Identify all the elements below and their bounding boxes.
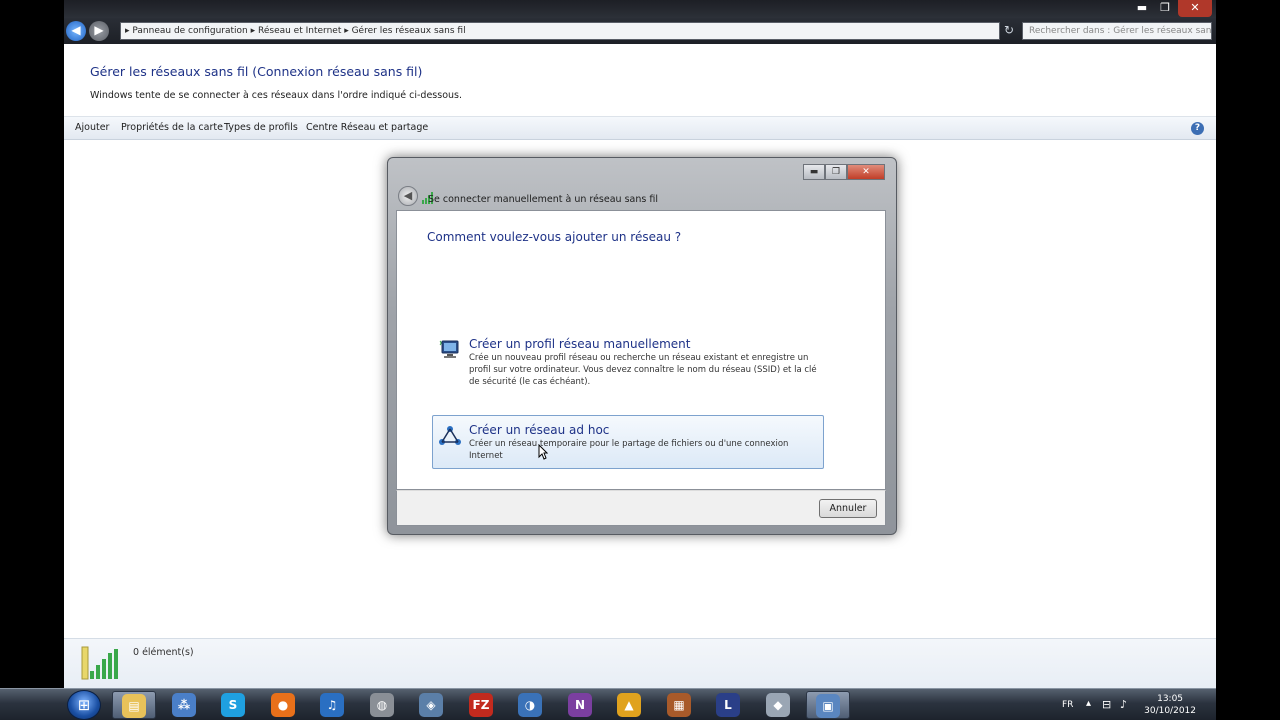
taskbar-app-15-button[interactable]: ▣: [806, 691, 850, 719]
taskbar-app-9-button[interactable]: ◑: [508, 691, 552, 719]
taskbar-skype-button[interactable]: S: [211, 691, 255, 719]
create-adhoc-network-option[interactable]: Créer un réseau ad hoc Créer un réseau t…: [432, 415, 824, 469]
app-15-icon: ▣: [816, 694, 840, 718]
refresh-icon[interactable]: ↻: [1004, 23, 1014, 37]
adapter-properties-command[interactable]: Propriétés de la carte: [121, 122, 223, 133]
taskbar-itunes-button[interactable]: ♫: [310, 691, 354, 719]
start-button[interactable]: ⊞: [67, 690, 101, 720]
maximize-button[interactable]: ❐: [1154, 0, 1176, 17]
monitor-network-icon: [439, 340, 459, 358]
app-10-icon: N: [568, 693, 592, 717]
search-placeholder: Rechercher dans : Gérer les réseaux sans…: [1029, 26, 1212, 36]
app-13-icon: L: [716, 693, 740, 717]
profile-types-command[interactable]: Types de profils: [224, 122, 298, 133]
app-9-icon: ◑: [518, 693, 542, 717]
option-description: Créer un réseau temporaire pour le parta…: [469, 439, 789, 461]
app-12-icon: ▦: [667, 693, 691, 717]
network-icon: ⁂: [172, 693, 196, 717]
clock-date: 30/10/2012: [1144, 706, 1196, 716]
forward-button[interactable]: ▶: [89, 21, 109, 41]
app-6-icon: ◍: [370, 693, 394, 717]
dialog-back-button[interactable]: ◀: [398, 186, 418, 206]
taskbar-app-13-button[interactable]: L: [706, 691, 750, 719]
explorer-icon: ▤: [122, 694, 146, 718]
option-title: Créer un profil réseau manuellement: [469, 337, 691, 351]
dialog-caption: Se connecter manuellement à un réseau sa…: [428, 194, 658, 205]
create-manual-profile-option[interactable]: Créer un profil réseau manuellement Crée…: [432, 329, 824, 395]
taskbar-app-12-button[interactable]: ▦: [657, 691, 701, 719]
dialog-footer: Annuler: [396, 490, 886, 526]
close-button[interactable]: ✕: [1178, 0, 1212, 17]
dialog-minimize-button[interactable]: ▬: [803, 164, 825, 180]
dialog-maximize-button[interactable]: ❐: [825, 164, 847, 180]
option-title: Créer un réseau ad hoc: [469, 423, 610, 437]
app-7-icon: ◈: [419, 693, 443, 717]
taskbar-app-7-button[interactable]: ◈: [409, 691, 453, 719]
add-command[interactable]: Ajouter: [75, 122, 109, 133]
dialog-titlebar: ▬ ❐ ✕ ◀ Se connecter manuellement à un r…: [396, 162, 888, 212]
back-arrow-icon: ◀: [403, 189, 413, 202]
back-arrow-icon: ◀: [71, 23, 81, 37]
volume-icon[interactable]: ♪: [1120, 698, 1127, 711]
right-margin: [1216, 0, 1280, 720]
network-sharing-center-command[interactable]: Centre Réseau et partage: [306, 122, 428, 133]
app-11-icon: ▲: [617, 693, 641, 717]
windows-logo-icon: ⊞: [77, 696, 91, 714]
taskbar-app-6-button[interactable]: ◍: [360, 691, 404, 719]
breadcrumb: ▸ Panneau de configuration ▸ Réseau et I…: [125, 26, 466, 36]
taskbar: ⊞ ▤ ⁂ S ● ♫ ◍ ◈ FZ ◑ N ▲ ▦ L ◆ ▣ FR ▴ ⊟ ♪ 13:05 30/10/…: [0, 688, 1216, 720]
itunes-icon: ♫: [320, 693, 344, 717]
option-description: Crée un nouveau profil réseau ou recherc…: [469, 353, 817, 387]
network-tray-icon[interactable]: ⊟: [1102, 698, 1111, 711]
navigation-bar: ◀ ▶ ▸ Panneau de configuration ▸ Réseau …: [64, 18, 1216, 44]
adhoc-network-icon: [439, 426, 461, 445]
cancel-button[interactable]: Annuler: [819, 499, 877, 518]
show-hidden-icons[interactable]: ▴: [1086, 698, 1091, 709]
command-bar: Ajouter Propriétés de la carte Types de …: [64, 116, 1216, 140]
page-header: Gérer les réseaux sans fil (Connexion ré…: [64, 44, 1216, 116]
item-count: 0 élément(s): [133, 647, 194, 658]
mouse-cursor-icon: [538, 444, 548, 460]
clock-time: 13:05: [1157, 694, 1184, 704]
minimize-button[interactable]: ▬: [1130, 0, 1154, 17]
filezilla-icon: FZ: [469, 693, 493, 717]
taskbar-network-button[interactable]: ⁂: [162, 691, 206, 719]
taskbar-app-11-button[interactable]: ▲: [607, 691, 651, 719]
skype-icon: S: [221, 693, 245, 717]
search-input[interactable]: Rechercher dans : Gérer les réseaux sans…: [1022, 22, 1212, 40]
dialog-close-button[interactable]: ✕: [847, 164, 885, 180]
language-indicator[interactable]: FR: [1062, 700, 1073, 710]
back-button[interactable]: ◀: [66, 21, 86, 41]
clock[interactable]: 13:05 30/10/2012: [1144, 693, 1196, 717]
taskbar-filezilla-button[interactable]: FZ: [459, 691, 503, 719]
taskbar-app-14-button[interactable]: ◆: [756, 691, 800, 719]
taskbar-app-10-button[interactable]: N: [558, 691, 602, 719]
dialog-body: Comment voulez-vous ajouter un réseau ? …: [396, 210, 886, 490]
left-margin: [0, 0, 64, 688]
add-network-dialog: ▬ ❐ ✕ ◀ Se connecter manuellement à un r…: [387, 157, 897, 535]
address-bar[interactable]: ▸ Panneau de configuration ▸ Réseau et I…: [120, 22, 1000, 40]
details-pane: 0 élément(s): [64, 638, 1216, 688]
window-titlebar: ▬ ❐ ✕: [64, 0, 1216, 18]
help-icon[interactable]: ?: [1191, 122, 1204, 135]
system-tray: FR ▴ ⊟ ♪ 13:05 30/10/2012: [1054, 693, 1214, 717]
taskbar-firefox-button[interactable]: ●: [261, 691, 305, 719]
app-14-icon: ◆: [766, 693, 790, 717]
firefox-icon: ●: [271, 693, 295, 717]
forward-arrow-icon: ▶: [94, 23, 104, 37]
dialog-question: Comment voulez-vous ajouter un réseau ?: [427, 230, 682, 244]
page-description: Windows tente de se connecter à ces rése…: [90, 90, 463, 101]
wireless-signal-icon: [81, 646, 118, 680]
page-title: Gérer les réseaux sans fil (Connexion ré…: [90, 64, 423, 79]
taskbar-explorer-button[interactable]: ▤: [112, 691, 156, 719]
